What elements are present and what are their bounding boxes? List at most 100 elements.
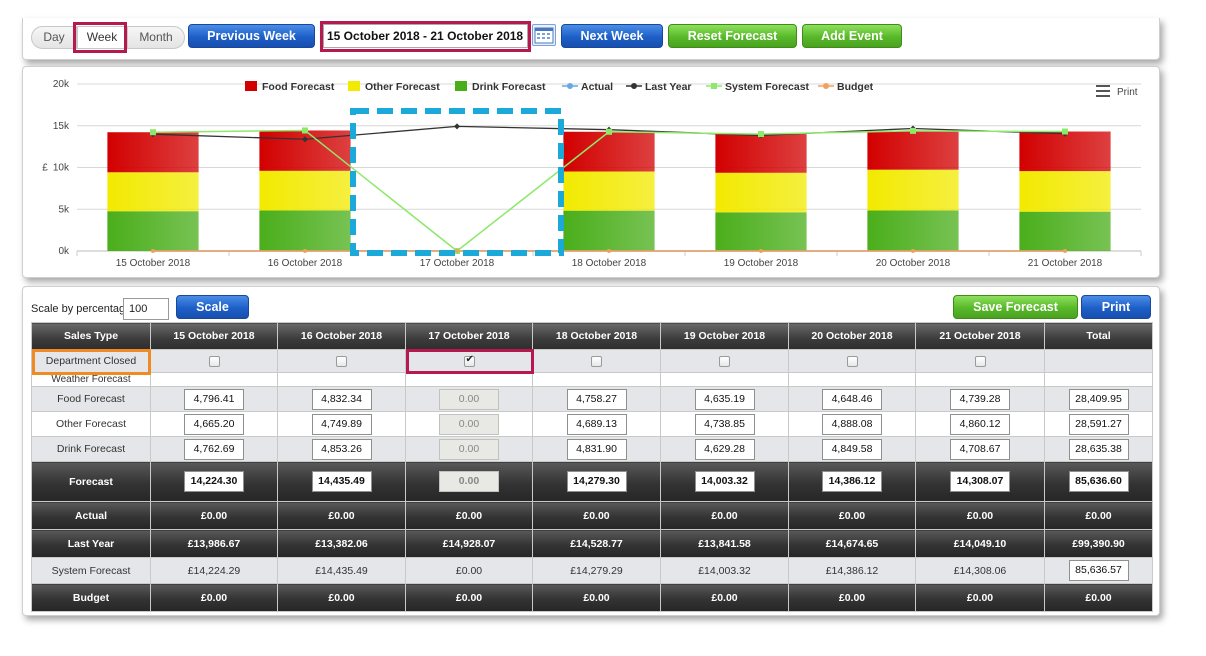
header-day: 17 October 2018 [405, 322, 533, 350]
total-cell: 28,635.38 [1044, 436, 1153, 462]
other-value-input[interactable]: 4,860.12 [950, 413, 1010, 435]
table-cell: 0.00 [405, 461, 533, 502]
dept-closed-cell [150, 349, 278, 373]
point-budget [455, 249, 459, 253]
forecast-value-input[interactable]: 14,308.07 [950, 471, 1010, 492]
last-year-value: £13,841.58 [660, 529, 789, 558]
forecast-value-input[interactable]: 14,279.30 [566, 471, 627, 492]
system-value: £14,308.06 [915, 557, 1045, 584]
y-tick-label: 20k [53, 79, 70, 90]
y-tick-label: 5k [58, 204, 70, 215]
bar-other-forecast [563, 171, 655, 211]
last-year-value: £14,049.10 [915, 529, 1045, 558]
view-week-button[interactable]: Week [77, 26, 127, 49]
other-value-input[interactable]: 4,665.20 [184, 413, 244, 435]
food-value-input[interactable]: 4,635.19 [694, 388, 755, 410]
dept-closed-cell [915, 349, 1045, 373]
point-system-forecast [910, 127, 916, 134]
food-value-input[interactable]: 4,648.46 [822, 388, 882, 410]
table-cell: 4,831.90 [532, 436, 661, 462]
drink-value-input[interactable]: 4,629.28 [694, 438, 755, 460]
department-closed-checkbox[interactable] [591, 355, 602, 367]
food-value-input[interactable]: 4,832.34 [311, 388, 372, 410]
other-value-input[interactable]: 4,689.13 [566, 413, 627, 435]
last-year-value: £13,382.06 [277, 529, 406, 558]
budget-value: £0.00 [532, 583, 661, 612]
weather-forecast-label: Weather Forecast [31, 372, 151, 387]
scale-button[interactable]: Scale [176, 295, 249, 319]
point-budget [151, 249, 155, 253]
reset-forecast-button[interactable]: Reset Forecast [668, 24, 797, 48]
department-closed-checkbox[interactable] [463, 354, 475, 367]
drink-value-input[interactable]: 4,762.69 [184, 438, 244, 460]
food-value-input[interactable]: 4,796.41 [184, 388, 244, 410]
forecast-value-input[interactable]: 14,386.12 [822, 471, 882, 492]
bar-drink-forecast [867, 210, 959, 251]
forecast-value-input[interactable]: 14,224.30 [184, 471, 244, 492]
view-month-button[interactable]: Month [127, 26, 185, 49]
department-closed-checkbox[interactable] [208, 355, 220, 367]
table-cell: 4,888.08 [788, 411, 916, 437]
forecast-table: Sales Type 15 October 2018 16 October 20… [31, 322, 1153, 612]
table-cell: 4,629.28 [660, 436, 789, 462]
drink-value-input[interactable]: 4,708.67 [950, 438, 1010, 460]
food-total-input[interactable]: 28,409.95 [1068, 388, 1129, 410]
drink-value-input[interactable]: 4,853.26 [311, 438, 372, 460]
table-cell: 4,849.58 [788, 436, 916, 462]
department-closed-checkbox[interactable] [974, 355, 986, 367]
drink-total-input[interactable]: 28,635.38 [1068, 438, 1129, 460]
view-day-button[interactable]: Day [31, 26, 77, 49]
actual-row: Actual £0.00 £0.00 £0.00 £0.00 £0.00 £0.00 £0.0… [31, 501, 1153, 530]
system-total-input[interactable]: 85,636.57 [1068, 560, 1129, 581]
point-system-forecast [758, 131, 764, 138]
bar-food-forecast [715, 134, 807, 173]
other-value-input[interactable]: 4,749.89 [311, 413, 372, 435]
toolbar: Day Week Month Previous Week 15 October … [22, 18, 1160, 60]
food-value-input[interactable]: 4,739.28 [950, 388, 1010, 410]
bar-drink-forecast [1019, 211, 1111, 251]
forecast-value-input[interactable]: 14,435.49 [311, 471, 372, 492]
header-day: 18 October 2018 [532, 322, 661, 350]
system-value: £14,435.49 [277, 557, 406, 584]
bar-other-forecast [1019, 171, 1111, 212]
weather-forecast-row: Weather Forecast [31, 372, 1153, 387]
legend-label-drink-forecast: Drink Forecast [472, 81, 546, 93]
save-forecast-button[interactable]: Save Forecast [953, 295, 1078, 319]
chart-menu-icon[interactable] [1096, 85, 1110, 97]
print-button[interactable]: Print [1081, 295, 1151, 319]
calendar-icon[interactable] [532, 24, 556, 46]
table-cell: 4,796.41 [150, 386, 278, 412]
actual-total: £0.00 [1044, 501, 1153, 530]
add-event-button[interactable]: Add Event [802, 24, 902, 48]
drink-value-input[interactable]: 4,849.58 [822, 438, 882, 460]
table-cell: 4,758.27 [532, 386, 661, 412]
department-closed-checkbox[interactable] [336, 355, 347, 367]
legend-label-actual: Actual [581, 81, 613, 93]
other-value-input[interactable]: 4,888.08 [822, 413, 882, 435]
table-cell: 4,739.28 [915, 386, 1045, 412]
food-value-input[interactable]: 4,758.27 [566, 388, 627, 410]
budget-value: £0.00 [788, 583, 916, 612]
legend-label-system-forecast: System Forecast [725, 81, 810, 93]
forecast-label: Forecast [31, 461, 151, 502]
forecast-total-input[interactable]: 85,636.60 [1068, 471, 1129, 492]
scale-percentage-input[interactable]: 100 [123, 298, 169, 320]
drink-value-input[interactable]: 4,831.90 [566, 438, 627, 460]
actual-label: Actual [31, 501, 151, 530]
previous-week-button[interactable]: Previous Week [188, 24, 315, 48]
last-year-value: £14,928.07 [405, 529, 533, 558]
point-system-forecast [302, 127, 308, 134]
chart-print-link[interactable]: Print [1117, 87, 1138, 98]
legend-marker-actual [567, 83, 573, 89]
system-label: System Forecast [31, 557, 151, 584]
other-value-input[interactable]: 4,738.85 [694, 413, 755, 435]
header-day: 21 October 2018 [915, 322, 1045, 350]
forecast-value-input[interactable]: 14,003.32 [694, 471, 755, 492]
next-week-button[interactable]: Next Week [561, 24, 663, 48]
department-closed-checkbox[interactable] [719, 355, 730, 367]
drink-value-input: 0.00 [439, 438, 499, 460]
department-closed-checkbox[interactable] [846, 355, 858, 367]
other-total-input[interactable]: 28,591.27 [1068, 413, 1129, 435]
legend-label-last-year: Last Year [645, 81, 692, 93]
table-cell: 14,308.07 [915, 461, 1045, 502]
